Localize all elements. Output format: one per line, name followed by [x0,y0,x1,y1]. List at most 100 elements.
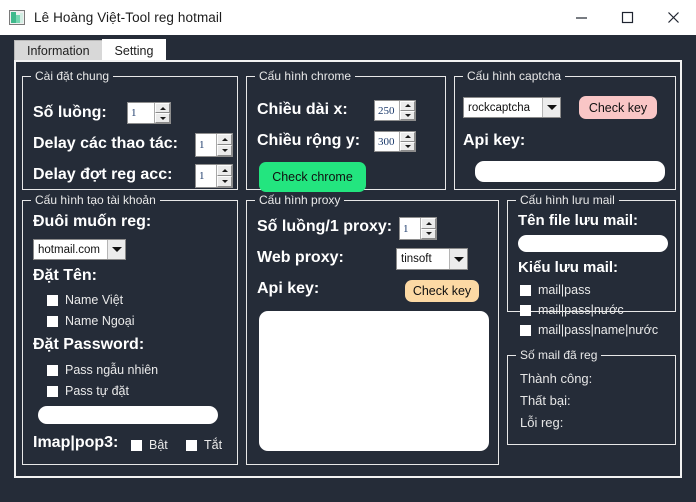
chevron-down-icon[interactable] [449,249,467,269]
chrome-width-stepper-down[interactable] [400,111,415,121]
checkbox-name-viet[interactable]: Name Việt [47,293,123,307]
checkbox-format-mail-pass-nuoc-label: mail|pass|nước [538,303,624,317]
checkbox-box [520,325,531,336]
counter-error-label: Lỗi reg: [520,415,563,430]
captcha-check-key-button[interactable]: Check key [579,96,657,119]
close-icon[interactable] [650,0,696,34]
checkbox-box [131,440,142,451]
checkbox-box [47,386,58,397]
checkbox-format-mail-pass-label: mail|pass [538,283,591,297]
group-save-mail-config: Cấu hình lưu mail Tên file lưu mail: Kiể… [507,200,676,312]
checkbox-name-ngoai[interactable]: Name Ngoại [47,314,134,328]
checkbox-imap-off-label: Tắt [204,438,222,452]
tab-setting-label: Setting [115,44,154,58]
threads-per-proxy-stepper-up[interactable] [421,218,436,229]
counter-fail-label: Thất bại: [520,393,571,408]
chrome-height-label: Chiều rộng y: [257,132,360,150]
checkbox-pass-random[interactable]: Pass ngẫu nhiên [47,363,158,377]
delay-batch-stepper-down[interactable] [217,176,232,187]
chrome-height-stepper-buttons[interactable] [399,132,415,151]
chrome-width-value: 250 [375,101,399,120]
chevron-down-icon[interactable] [107,240,125,259]
checkbox-format-mail-pass-name-nuoc[interactable]: mail|pass|name|nước [520,323,658,337]
threads-stepper-up[interactable] [155,103,170,113]
checkbox-box [186,440,197,451]
threads-per-proxy-label: Số luồng/1 proxy: [257,218,392,236]
custom-password-input[interactable] [38,406,218,424]
threads-stepper[interactable]: 1 [127,102,171,124]
chrome-width-stepper[interactable]: 250 [374,100,416,121]
domain-value: hotmail.com [34,244,107,256]
delay-actions-stepper-buttons[interactable] [216,134,232,156]
chrome-width-stepper-buttons[interactable] [399,101,415,120]
delay-batch-label: Delay đợt reg acc: [33,166,172,184]
save-mail-filename-label: Tên file lưu mail: [518,212,638,229]
group-account-config: Cấu hình tạo tài khoản Đuôi muốn reg: ho… [22,200,238,465]
window-title: Lê Hoàng Việt-Tool reg hotmail [34,10,222,25]
checkbox-pass-custom-label: Pass tự đặt [65,384,129,398]
chrome-width-stepper-up[interactable] [400,101,415,111]
group-reg-counters-legend: Số mail đã reg [516,348,601,362]
tab-information[interactable]: Information [14,40,103,61]
checkbox-imap-on-label: Bật [149,438,168,452]
delay-actions-stepper-down[interactable] [217,145,232,156]
captcha-api-key-input[interactable] [475,161,665,182]
checkbox-box [520,305,531,316]
threads-per-proxy-stepper-down[interactable] [421,229,436,240]
threads-per-proxy-stepper-buttons[interactable] [420,218,436,239]
chevron-down-icon[interactable] [542,98,560,117]
delay-actions-stepper[interactable]: 1 [195,133,233,157]
chrome-width-label: Chiều dài x: [257,101,348,119]
tab-setting[interactable]: Setting [102,39,167,61]
check-chrome-button[interactable]: Check chrome [259,162,366,192]
imap-pop3-label: Imap|pop3: [33,434,118,452]
app-image-icon [9,10,25,25]
threads-label: Số luồng: [33,104,107,122]
maximize-icon[interactable] [604,0,650,34]
group-chrome-config-legend: Cấu hình chrome [255,69,355,83]
checkbox-name-ngoai-label: Name Ngoại [65,314,134,328]
group-reg-counters: Số mail đã reg Thành công: Thất bại: Lỗi… [507,355,676,445]
chrome-height-stepper-down[interactable] [400,142,415,152]
checkbox-imap-off[interactable]: Tắt [186,438,222,452]
chrome-height-stepper[interactable]: 300 [374,131,416,152]
domain-select[interactable]: hotmail.com [33,239,126,260]
threads-per-proxy-stepper[interactable]: 1 [399,217,437,240]
checkbox-box [520,285,531,296]
delay-actions-stepper-up[interactable] [217,134,232,145]
checkbox-pass-custom[interactable]: Pass tự đặt [47,384,129,398]
checkbox-format-mail-pass-name-nuoc-label: mail|pass|name|nước [538,323,658,337]
delay-actions-label: Delay các thao tác: [33,135,178,153]
delay-batch-stepper-up[interactable] [217,165,232,176]
captcha-service-value: rockcaptcha [464,102,542,114]
threads-stepper-down[interactable] [155,113,170,123]
checkbox-format-mail-pass-nuoc[interactable]: mail|pass|nước [520,303,624,317]
delay-batch-stepper[interactable]: 1 [195,164,233,188]
set-name-label: Đặt Tên: [33,267,97,285]
delay-batch-value: 1 [196,165,216,187]
setting-tab-page: Cài đặt chung Số luồng: 1 Delay các thao… [14,60,682,478]
checkbox-imap-on[interactable]: Bật [131,438,168,452]
group-proxy-config: Cấu hình proxy Số luồng/1 proxy: 1 Web p… [246,200,499,465]
group-chrome-config: Cấu hình chrome Chiều dài x: 250 Chiều r… [246,76,446,190]
minimize-icon[interactable] [558,0,604,34]
counter-success-label: Thành công: [520,371,592,386]
checkbox-format-mail-pass[interactable]: mail|pass [520,283,591,297]
proxy-check-key-button[interactable]: Check key [405,280,479,302]
web-proxy-select[interactable]: tinsoft [396,248,468,270]
delay-batch-stepper-buttons[interactable] [216,165,232,187]
proxy-list-textarea[interactable] [259,311,489,451]
group-save-mail-config-legend: Cấu hình lưu mail [516,193,619,207]
group-account-config-legend: Cấu hình tạo tài khoản [31,193,160,207]
group-general-settings-legend: Cài đặt chung [31,69,113,83]
checkbox-box [47,316,58,327]
group-general-settings: Cài đặt chung Số luồng: 1 Delay các thao… [22,76,238,190]
threads-stepper-buttons[interactable] [154,103,170,123]
captcha-service-select[interactable]: rockcaptcha [463,97,561,118]
domain-label: Đuôi muốn reg: [33,213,151,231]
checkbox-box [47,295,58,306]
chrome-height-stepper-up[interactable] [400,132,415,142]
save-mail-filename-input[interactable] [518,235,668,252]
set-password-label: Đặt Password: [33,336,144,354]
delay-actions-value: 1 [196,134,216,156]
